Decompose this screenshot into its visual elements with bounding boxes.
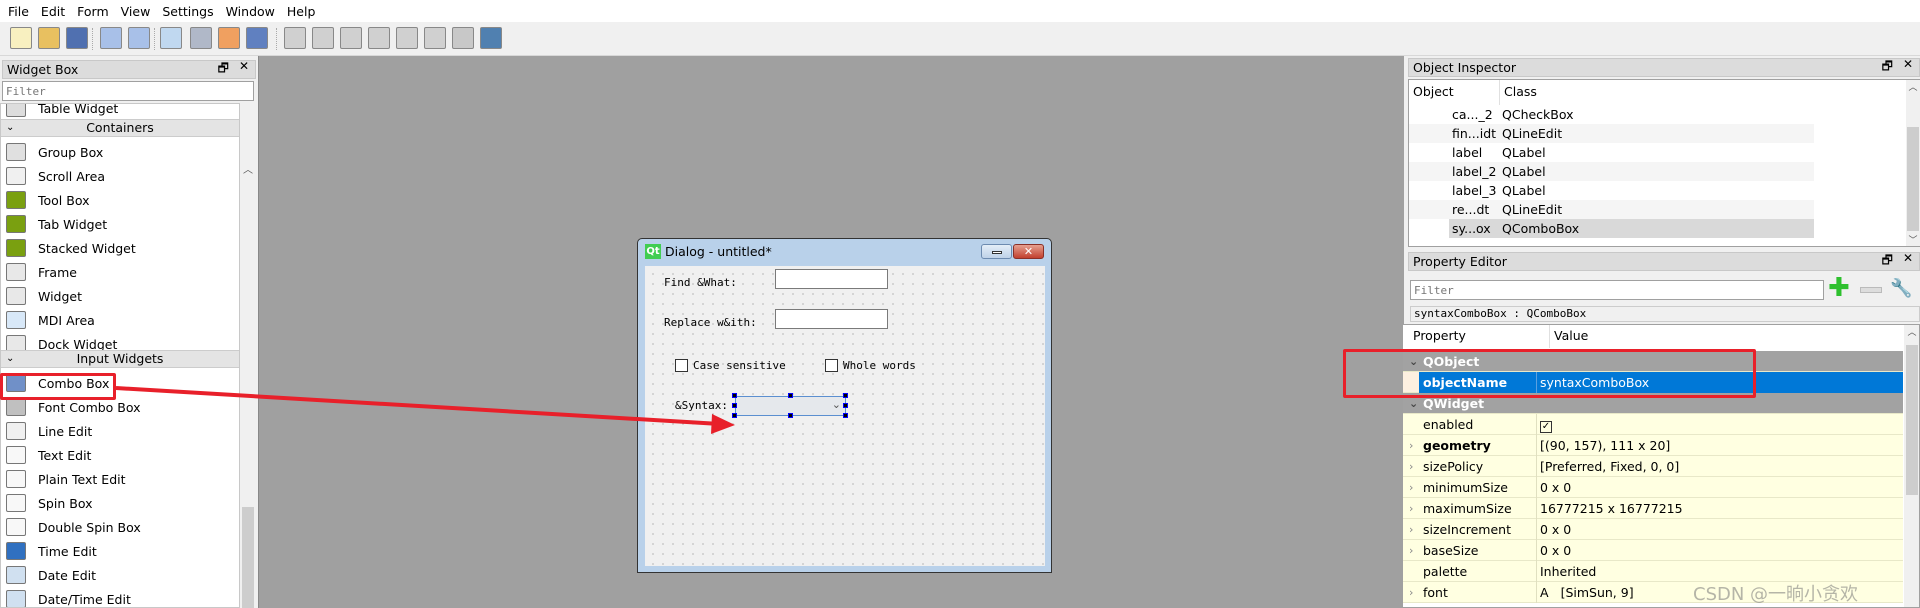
- arrow-line: [115, 386, 721, 426]
- watermark: CSDN @一晌小贪欢: [1693, 584, 1859, 605]
- arrow-head: [711, 414, 735, 434]
- annotation-arrow: [115, 386, 735, 434]
- annotation-highlight-objectname: [1343, 349, 1756, 398]
